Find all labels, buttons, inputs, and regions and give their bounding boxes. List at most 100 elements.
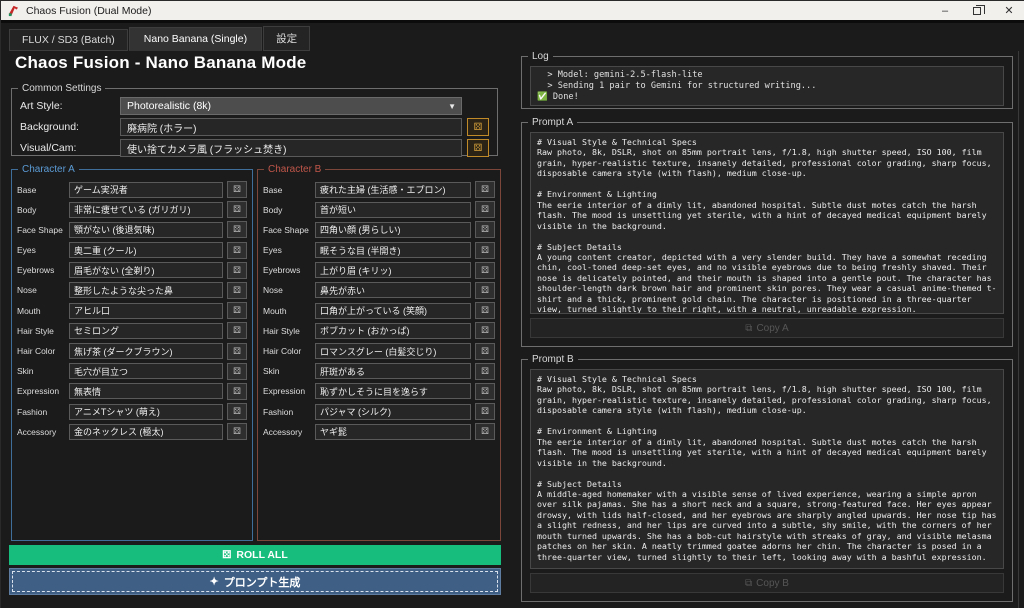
char-b-skin-dice-button[interactable]: ⚄: [475, 362, 495, 380]
char-a-body-dice-button[interactable]: ⚄: [227, 201, 247, 219]
chevron-down-icon: ▼: [448, 101, 456, 111]
log-text[interactable]: > Model: gemini-2.5-flash-lite > Sending…: [530, 66, 1004, 106]
char-b-eyebrows-input[interactable]: 上がり眉 (キリッ): [315, 262, 471, 279]
char-a-mouth-dice-button[interactable]: ⚄: [227, 302, 247, 320]
generate-prompt-button[interactable]: ✦ プロンプト生成: [9, 568, 501, 595]
char-b-fashion-input[interactable]: パジャマ (シルク): [315, 403, 471, 420]
tab-nano-banana-single[interactable]: Nano Banana (Single): [128, 27, 263, 51]
prompt-a-textarea[interactable]: # Visual Style & Technical Specs Raw pho…: [530, 132, 1004, 314]
art-style-combobox[interactable]: Photorealistic (8k) ▼: [120, 97, 462, 115]
char-b-expression-input[interactable]: 恥ずかしそうに目を逸らす: [315, 383, 471, 400]
char-b-skin-input[interactable]: 肝斑がある: [315, 363, 471, 380]
char-a-face-shape-input[interactable]: 顎がない (後退気味): [69, 221, 223, 238]
char-a-expression-input[interactable]: 無表情: [69, 383, 223, 400]
char-b-face-shape-dice-button[interactable]: ⚄: [475, 221, 495, 239]
prompt-b-textarea[interactable]: # Visual Style & Technical Specs Raw pho…: [530, 369, 1004, 569]
char-b-skin-row: Skin 肝斑がある ⚄: [263, 362, 495, 380]
char-a-mouth-input[interactable]: アヒル口: [69, 302, 223, 319]
dice-icon: ⚄: [233, 244, 241, 255]
app-window: FLUX / SD3 (Batch) Nano Banana (Single) …: [1, 20, 1024, 608]
minimize-button[interactable]: –: [929, 1, 961, 20]
restore-icon: [973, 4, 985, 15]
char-a-base-input[interactable]: ゲーム実況者: [69, 181, 223, 198]
visual-cam-dice-button[interactable]: ⚄: [467, 139, 489, 157]
char-a-eyebrows-input[interactable]: 眉毛がない (全剃り): [69, 262, 223, 279]
char-a-fashion-input[interactable]: アニメTシャツ (萌え): [69, 403, 223, 420]
char-b-expression-dice-button[interactable]: ⚄: [475, 382, 495, 400]
tab-settings[interactable]: 設定: [263, 26, 311, 51]
char-a-eyebrows-dice-button[interactable]: ⚄: [227, 261, 247, 279]
char-b-nose-input[interactable]: 鼻先が赤い: [315, 282, 471, 299]
char-a-face-shape-row: Face Shape 顎がない (後退気味) ⚄: [17, 221, 247, 239]
visual-cam-input[interactable]: 使い捨てカメラ風 (フラッシュ焚き): [120, 139, 462, 157]
dice-icon: ⚄: [233, 406, 241, 417]
char-a-skin-input[interactable]: 毛穴が目立つ: [69, 363, 223, 380]
char-b-hair-color-row: Hair Color ロマンスグレー (白髪交じり) ⚄: [263, 342, 495, 360]
char-a-hair-style-dice-button[interactable]: ⚄: [227, 322, 247, 340]
char-a-fashion-dice-button[interactable]: ⚄: [227, 403, 247, 421]
dice-icon: ⚄: [222, 549, 232, 561]
char-b-mouth-dice-button[interactable]: ⚄: [475, 302, 495, 320]
char-a-skin-row: Skin 毛穴が目立つ ⚄: [17, 362, 247, 380]
char-a-skin-dice-button[interactable]: ⚄: [227, 362, 247, 380]
char-b-eyes-dice-button[interactable]: ⚄: [475, 241, 495, 259]
roll-all-button[interactable]: ⚄ ROLL ALL: [9, 545, 501, 565]
character-a-frame: Character A Base ゲーム実況者 ⚄ Body 非常に痩せている (ガリガ…: [11, 164, 253, 541]
char-b-hair-color-dice-button[interactable]: ⚄: [475, 342, 495, 360]
char-a-hair-color-input[interactable]: 焦げ茶 (ダークブラウン): [69, 343, 223, 359]
char-a-hair-color-dice-button[interactable]: ⚄: [227, 342, 247, 360]
char-b-body-input[interactable]: 首が短い: [315, 201, 471, 218]
char-a-body-input[interactable]: 非常に痩せている (ガリガリ): [69, 201, 223, 218]
char-b-nose-row: Nose 鼻先が赤い ⚄: [263, 281, 495, 299]
char-a-accessory-input[interactable]: 金のネックレス (極太): [69, 423, 223, 440]
char-b-eyes-label: Eyes: [263, 245, 282, 256]
prompt-b-frame: Prompt B # Visual Style & Technical Spec…: [521, 354, 1013, 602]
char-b-accessory-dice-button[interactable]: ⚄: [475, 423, 495, 441]
char-b-hair-style-row: Hair Style ボブカット (おかっぱ) ⚄: [263, 322, 495, 340]
char-b-accessory-input[interactable]: ヤギ髭: [315, 423, 471, 440]
char-b-nose-dice-button[interactable]: ⚄: [475, 281, 495, 299]
copy-b-button[interactable]: ⧉ Copy B: [530, 573, 1004, 593]
char-b-base-row: Base 疲れた主婦 (生活感・エプロン) ⚄: [263, 181, 495, 198]
dice-icon: ⚄: [481, 204, 489, 215]
char-a-expression-row: Expression 無表情 ⚄: [17, 382, 247, 400]
copy-a-button[interactable]: ⧉ Copy A: [530, 318, 1004, 338]
char-a-eyes-dice-button[interactable]: ⚄: [227, 241, 247, 259]
char-b-fashion-dice-button[interactable]: ⚄: [475, 403, 495, 421]
char-b-accessory-row: Accessory ヤギ髭 ⚄: [263, 423, 495, 441]
char-a-hair-style-input[interactable]: セミロング: [69, 322, 223, 339]
char-b-hair-style-dice-button[interactable]: ⚄: [475, 322, 495, 340]
background-dice-button[interactable]: ⚄: [467, 118, 489, 136]
background-input[interactable]: 廃病院 (ホラー): [120, 118, 462, 136]
close-button[interactable]: ✕: [993, 1, 1024, 20]
panel-divider: [1018, 51, 1019, 608]
char-b-mouth-label: Mouth: [263, 305, 287, 316]
char-a-face-shape-dice-button[interactable]: ⚄: [227, 221, 247, 239]
char-a-accessory-dice-button[interactable]: ⚄: [227, 423, 247, 441]
char-a-base-dice-button[interactable]: ⚄: [227, 181, 247, 198]
char-b-base-dice-button[interactable]: ⚄: [475, 181, 495, 198]
char-a-eyes-input[interactable]: 奥二重 (クール): [69, 242, 223, 259]
tab-flux-sd3-batch[interactable]: FLUX / SD3 (Batch): [9, 29, 128, 51]
char-b-body-dice-button[interactable]: ⚄: [475, 201, 495, 219]
char-b-mouth-input[interactable]: 口角が上がっている (笑顔): [315, 302, 471, 319]
character-b-frame: Character B Base 疲れた主婦 (生活感・エプロン) ⚄ Body 首が短…: [257, 164, 501, 541]
char-b-face-shape-input[interactable]: 四角い顔 (男らしい): [315, 221, 471, 238]
char-b-face-shape-label: Face Shape: [263, 224, 309, 235]
char-b-eyebrows-dice-button[interactable]: ⚄: [475, 261, 495, 279]
char-b-hair-color-input[interactable]: ロマンスグレー (白髪交じり): [315, 343, 471, 359]
char-a-nose-label: Nose: [17, 285, 37, 296]
char-a-expression-dice-button[interactable]: ⚄: [227, 382, 247, 400]
char-a-nose-input[interactable]: 整形したような尖った鼻: [69, 282, 223, 299]
char-a-nose-dice-button[interactable]: ⚄: [227, 281, 247, 299]
char-a-hair-style-label: Hair Style: [17, 325, 54, 336]
char-b-fashion-label: Fashion: [263, 406, 294, 417]
dice-icon: ⚄: [233, 284, 241, 295]
char-b-base-input[interactable]: 疲れた主婦 (生活感・エプロン): [315, 181, 471, 198]
maximize-button[interactable]: [961, 1, 993, 20]
char-b-eyes-input[interactable]: 眠そうな目 (半開き): [315, 242, 471, 259]
dice-icon: ⚄: [481, 385, 489, 396]
dice-icon: ⚄: [473, 142, 483, 154]
char-b-hair-color-label: Hair Color: [263, 346, 302, 356]
char-b-hair-style-input[interactable]: ボブカット (おかっぱ): [315, 322, 471, 339]
